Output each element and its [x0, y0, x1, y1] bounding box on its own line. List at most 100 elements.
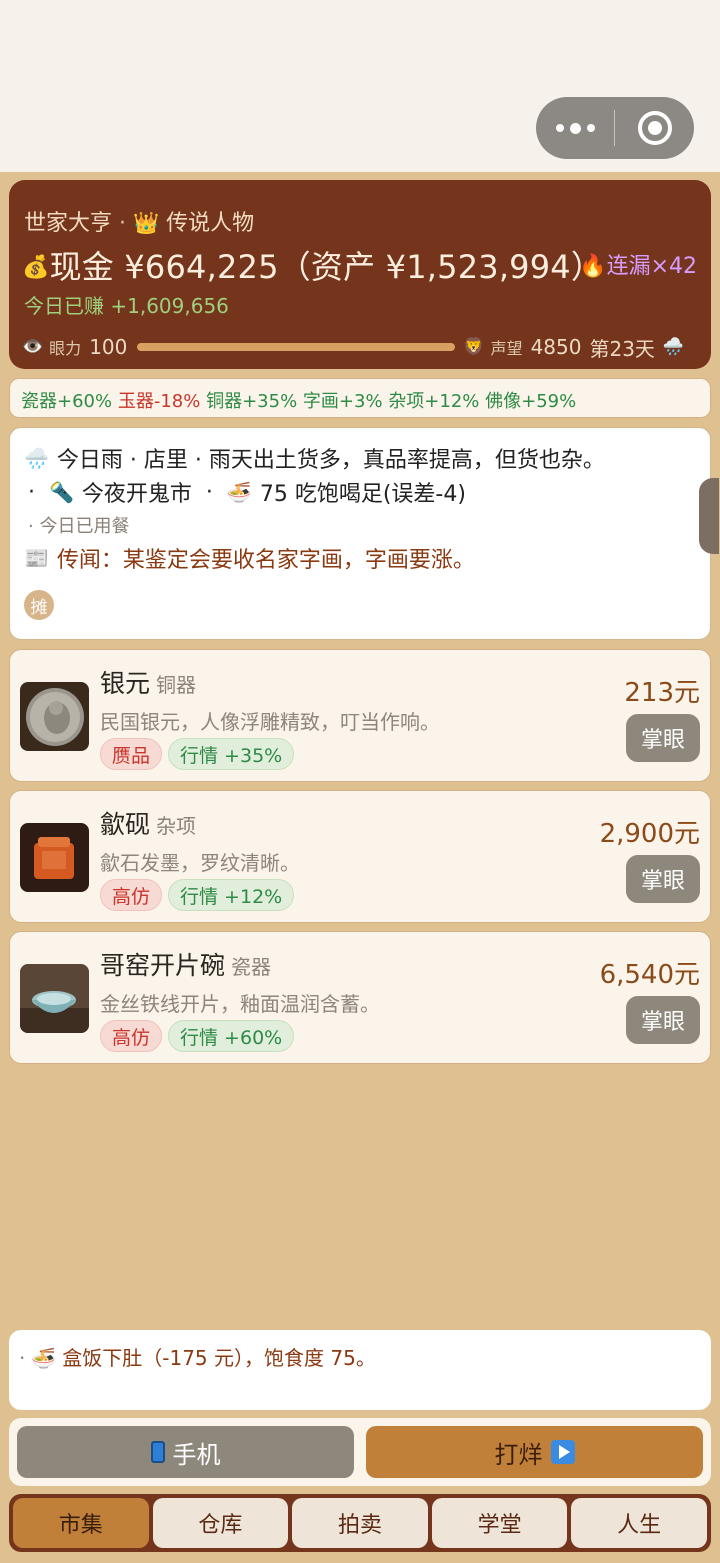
rank-level: 传说人物 — [166, 211, 255, 236]
rumor-line: 📰 传闻：某鉴定会要收名家字画，字画要涨。 — [24, 541, 696, 575]
silver-coin-image — [20, 682, 89, 751]
appraise-button[interactable]: 掌眼 — [626, 714, 700, 762]
daily-news-panel: 🌧️ 今日雨 · 店里 · 雨天出土货多，真品率提高，但货也杂。 · 🔦 今夜开鬼市… — [9, 427, 719, 640]
market-item[interactable]: 哥窑开片碗 瓷器 金丝铁线开片，釉面温润含蓄。 高仿 行情 +60% 6,540元… — [9, 931, 711, 1064]
bonus-bronze: 铜器+35% — [206, 391, 298, 412]
mini-program-header — [0, 0, 720, 172]
item-price: 213元 — [624, 678, 700, 708]
grade-badge: 高仿 — [100, 1020, 163, 1052]
item-tags: 高仿 行情 +60% — [100, 1020, 295, 1052]
tab-academy[interactable]: 学堂 — [431, 1498, 568, 1548]
item-price: 2,900元 — [599, 819, 700, 849]
noodle-bowl-icon: 🍜 — [226, 480, 252, 504]
fame-label: 声望 — [490, 339, 523, 358]
stats-row: 👁️ 眼力 100 🦁 声望 4850 第23天 🌧️ — [22, 332, 702, 362]
cash-value: ¥664,225 — [124, 248, 279, 286]
rain-icon: 🌧️ — [24, 446, 49, 470]
flashlight-icon: 🔦 — [49, 480, 74, 504]
item-tags: 赝品 行情 +35% — [100, 738, 295, 770]
phone-label: 手机 — [172, 1440, 221, 1469]
event-log: · 🍜 盒饭下肚（-175 元），饱食度 75。 — [9, 1330, 711, 1410]
bullet: · — [205, 479, 213, 505]
action-bar: 手机 打烊 — [9, 1418, 711, 1486]
bullet: · — [28, 479, 35, 505]
log-bullet: · — [19, 1346, 26, 1370]
day-counter: 第23天 — [589, 336, 655, 361]
crackle-bowl-image — [20, 964, 89, 1033]
item-description: 金丝铁线开片，釉面温润含蓄。 — [100, 992, 380, 1016]
item-price: 6,540元 — [599, 960, 700, 990]
money-bag-icon: 💰 — [22, 255, 50, 280]
category-market-bar: 瓷器+60% 玉器-18% 铜器+35% 字画+3% 杂项+12% 佛像+59% — [9, 378, 711, 418]
close-program-icon[interactable] — [615, 97, 694, 159]
eye-label: 眼力 — [49, 339, 82, 358]
tab-auction[interactable]: 拍卖 — [292, 1498, 428, 1548]
phone-icon — [150, 1441, 165, 1463]
close-shop-label: 打烊 — [494, 1440, 543, 1469]
rumor-text: 传闻：某鉴定会要收名家字画，字画要涨。 — [56, 548, 475, 573]
item-title: 银元 铜器 — [100, 664, 196, 700]
weather-line: 🌧️ 今日雨 · 店里 · 雨天出土货多，真品率提高，但货也杂。 — [24, 441, 696, 475]
event-line: · 🔦 今夜开鬼市 · 🍜 75 吃饱喝足(误差-4) — [24, 475, 696, 509]
item-title: 哥窑开片碗 瓷器 — [100, 946, 271, 982]
grade-badge: 高仿 — [100, 879, 163, 911]
item-name: 歙砚 — [100, 810, 151, 839]
market-badge: 行情 +12% — [168, 879, 295, 911]
bonus-painting: 字画+3% — [302, 391, 383, 412]
fame-value: 4850 — [530, 335, 582, 359]
eye-value: 100 — [89, 335, 128, 359]
player-rank: 世家大亨 · 👑 传说人物 — [24, 205, 254, 237]
crown-icon: 👑 — [133, 211, 160, 235]
rain-cloud-icon: 🌧️ — [662, 337, 685, 357]
eye-icon: 👁️ — [22, 337, 44, 357]
item-tags: 高仿 行情 +12% — [100, 879, 295, 911]
item-category: 杂项 — [156, 814, 197, 838]
item-category: 铜器 — [156, 673, 197, 697]
fire-icon: 🔥 — [579, 254, 607, 279]
meal-status: · 今日已用餐 — [28, 516, 130, 537]
item-title: 歙砚 杂项 — [100, 805, 196, 841]
weather-text: 今日雨 · 店里 · 雨天出土货多，真品率提高，但货也杂。 — [56, 448, 605, 473]
appraise-button[interactable]: 掌眼 — [626, 855, 700, 903]
game-screen: 世家大亨 · 👑 传说人物 💰现金 ¥664,225（资产 ¥1,523,994… — [0, 172, 720, 1563]
log-text: 盒饭下肚（-175 元），饱食度 75。 — [62, 1346, 376, 1370]
rank-separator: · — [112, 211, 133, 236]
ghost-market-text: 今夜开鬼市 — [81, 482, 192, 507]
grade-badge: 赝品 — [100, 738, 163, 770]
market-badge: 行情 +60% — [168, 1020, 295, 1052]
cash-label: 现金 — [49, 248, 114, 286]
noodle-bowl-icon: 🍜 — [31, 1346, 57, 1370]
more-menu-icon[interactable] — [536, 97, 614, 159]
appraise-button[interactable]: 掌眼 — [626, 996, 700, 1044]
market-badge: 行情 +35% — [168, 738, 295, 770]
bottom-tab-bar: 市集 仓库 拍卖 学堂 人生 — [9, 1494, 711, 1552]
cash-readout: 💰现金 ¥664,225（资产 ¥1,523,994） — [22, 242, 603, 288]
side-drawer-handle[interactable] — [699, 478, 719, 554]
bonus-jade: 玉器-18% — [117, 391, 201, 412]
newspaper-icon: 📰 — [24, 546, 49, 570]
bonus-misc: 杂项+12% — [388, 391, 480, 412]
rank-title: 世家大亨 — [24, 211, 113, 236]
market-item[interactable]: 银元 铜器 民国银元，人像浮雕精致，叮当作响。 赝品 行情 +35% 213元 掌… — [9, 649, 711, 782]
assets-value: （资产 ¥1,523,994） — [278, 248, 604, 286]
phone-button[interactable]: 手机 — [17, 1426, 354, 1478]
close-shop-button[interactable]: 打烊 — [366, 1426, 703, 1478]
item-description: 歙石发墨，罗纹清晰。 — [100, 851, 300, 875]
fame-icon: 🦁 — [463, 337, 485, 357]
bonus-porcelain: 瓷器+60% — [21, 391, 113, 412]
stall-badge[interactable]: 摊 — [24, 590, 54, 620]
streak-counter: 🔥连漏×42 — [579, 248, 697, 280]
tab-market[interactable]: 市集 — [13, 1498, 149, 1548]
tab-warehouse[interactable]: 仓库 — [152, 1498, 289, 1548]
item-category: 瓷器 — [231, 955, 272, 979]
tab-life[interactable]: 人生 — [571, 1498, 707, 1548]
player-status-panel: 世家大亨 · 👑 传说人物 💰现金 ¥664,225（资产 ¥1,523,994… — [9, 180, 711, 369]
market-item[interactable]: 歙砚 杂项 歙石发墨，罗纹清晰。 高仿 行情 +12% 2,900元 掌眼 — [9, 790, 711, 923]
bonus-buddha: 佛像+59% — [485, 391, 577, 412]
meal-text: 75 吃饱喝足(误差-4) — [259, 482, 466, 507]
item-name: 哥窑开片碗 — [100, 951, 226, 980]
item-description: 民国银元，人像浮雕精致，叮当作响。 — [100, 710, 440, 734]
today-earned: 今日已赚 +1,609,656 — [24, 294, 229, 318]
eye-progress-bar — [137, 343, 456, 351]
play-icon — [550, 1440, 575, 1464]
